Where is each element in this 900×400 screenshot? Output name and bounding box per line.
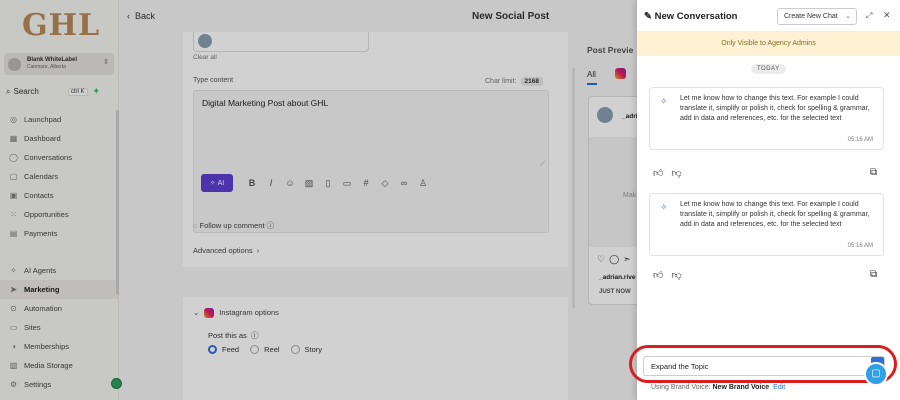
assistant-message: ✧ Let me know how to change this text. F…: [649, 87, 884, 150]
edit-brand-voice-link[interactable]: Edit: [773, 384, 785, 391]
modal-backdrop[interactable]: [0, 0, 637, 400]
ai-sparkle-icon: ✧: [660, 202, 668, 212]
pen-icon: ✎: [644, 11, 655, 22]
message-feedback: 👍︎ 👎︎: [653, 269, 690, 281]
close-icon[interactable]: ✕: [883, 10, 891, 21]
create-new-chat-dropdown[interactable]: Create New Chat ⌄: [777, 8, 857, 25]
assistant-message: ✧ Let me know how to change this text. F…: [649, 193, 884, 256]
thumbs-down-icon[interactable]: 👎︎: [671, 270, 681, 281]
copy-icon[interactable]: ⧉: [870, 269, 877, 280]
copy-icon[interactable]: ⧉: [870, 167, 877, 178]
thumbs-down-icon[interactable]: 👎︎: [671, 168, 681, 179]
admin-visibility-banner: Only Visible to Agency Admins: [637, 32, 900, 56]
date-separator: TODAY: [751, 64, 786, 74]
thumbs-up-icon[interactable]: 👍︎: [653, 168, 663, 179]
message-text: Let me know how to change this text. For…: [680, 95, 870, 122]
message-time: 05:16 AM: [847, 137, 873, 143]
highlight-annotation: [629, 345, 897, 383]
expand-icon[interactable]: ⤢: [866, 11, 872, 21]
brand-voice-info: Using Brand Voice: New Brand Voice Edit: [651, 384, 785, 391]
ai-chat-panel: ✎ New Conversation Create New Chat ⌄ ⤢ ✕ …: [637, 0, 900, 400]
brand-voice-label: Using Brand Voice:: [651, 384, 711, 391]
help-widget-icon[interactable]: ▢: [864, 362, 888, 386]
create-new-chat-label: Create New Chat: [784, 13, 838, 20]
thumbs-up-icon[interactable]: 👍︎: [653, 270, 663, 281]
chat-title-text: New Conversation: [654, 11, 738, 22]
chevron-down-icon: ⌄: [845, 13, 851, 20]
chat-header: ✎ New Conversation Create New Chat ⌄ ⤢ ✕: [637, 0, 900, 32]
message-feedback: 👍︎ 👎︎: [653, 167, 690, 179]
chat-title: ✎ New Conversation: [644, 11, 738, 22]
ai-sparkle-icon: ✧: [660, 96, 668, 106]
brand-voice-name: New Brand Voice: [712, 384, 770, 391]
message-text: Let me know how to change this text. For…: [680, 201, 870, 228]
message-time: 05:16 AM: [847, 243, 873, 249]
